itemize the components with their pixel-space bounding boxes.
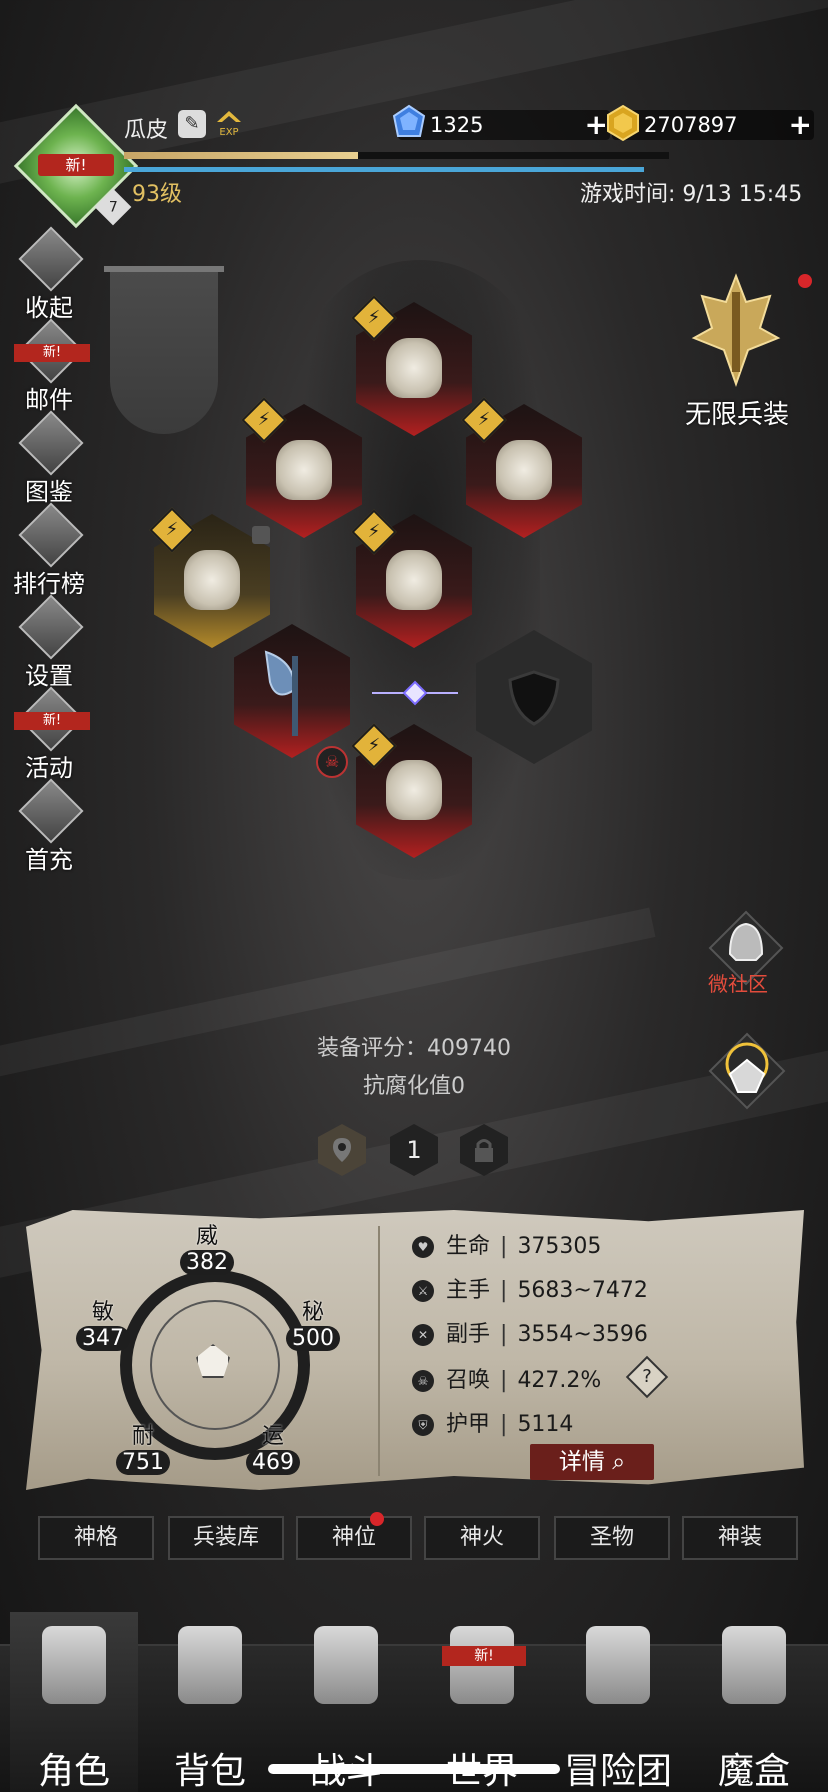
new-badge: 新! [14, 712, 90, 730]
tab-divinity[interactable]: 神格 [38, 1516, 154, 1560]
gem-currency: 1325 + [392, 104, 610, 140]
boots-icon [386, 760, 442, 820]
helmet-icon [42, 1626, 106, 1704]
castle-icon [586, 1626, 650, 1704]
magic-box-icon [722, 1626, 786, 1704]
side-menu-codex[interactable]: 图鉴 [8, 410, 90, 506]
attribute-wei: 威 382 [178, 1218, 236, 1275]
side-menu-ranking[interactable]: 排行榜 [8, 502, 90, 598]
side-menu-mail[interactable]: 新! 邮件 [8, 318, 90, 414]
ring-icon [496, 440, 552, 500]
nav-adventure-team[interactable]: 冒险团 [554, 1612, 682, 1792]
collapse-icon [18, 226, 84, 292]
home-indicator[interactable] [268, 1764, 560, 1774]
notification-dot [370, 1512, 384, 1526]
player-level: 93级 [132, 182, 182, 207]
dagger-icon: ✕ [412, 1324, 434, 1346]
gold-icon [607, 104, 639, 142]
details-button[interactable]: 详情 ⌕ [530, 1444, 654, 1480]
stat-row-summon: ☠ 召唤 | 427.2% [412, 1362, 792, 1402]
gold-amount: 2707897 [644, 113, 738, 137]
attribute-nai: 耐 751 [114, 1418, 172, 1475]
community-label: 微社区 [708, 972, 768, 996]
axe-icon [264, 650, 298, 736]
weapon-alert-icon: ☠ [316, 746, 348, 778]
mana-bar [124, 167, 644, 172]
gauntlet-icon [276, 440, 332, 500]
tab-relics[interactable]: 圣物 [554, 1516, 670, 1560]
notification-dot [798, 274, 812, 288]
exp-icon: EXP [214, 108, 244, 140]
sword-shield-icon [314, 1626, 378, 1704]
side-menu-settings[interactable]: 设置 [8, 594, 90, 690]
player-avatar[interactable]: 新! 7 [13, 103, 139, 229]
hat-icon [386, 338, 442, 398]
winged-sword-icon [691, 273, 781, 388]
armor-icon: ⛨ [412, 1414, 434, 1436]
attribute-min: 敏 347 [74, 1294, 132, 1351]
gear-icon [18, 594, 84, 660]
exp-bar [124, 152, 669, 159]
infinite-equipment-label: 无限兵装 [685, 400, 790, 430]
stat-row-life: ♥ 生命 | 375305 [412, 1228, 792, 1268]
tab-divine-fire[interactable]: 神火 [424, 1516, 540, 1560]
gem-amount: 1325 [430, 113, 484, 137]
nav-backpack[interactable]: 背包 [146, 1612, 274, 1792]
avatar-new-badge: 新! [38, 154, 114, 176]
heart-icon: ♥ [412, 1236, 434, 1258]
stat-row-off-hand: ✕ 副手 | 3554~3596 [412, 1316, 792, 1356]
exp-bar-fill [124, 152, 359, 159]
infinite-equipment-button[interactable] [690, 272, 782, 390]
username: 瓜皮 [124, 118, 169, 143]
gold-currency: 2707897 + [607, 104, 814, 142]
location-pin-icon [333, 1138, 351, 1162]
ranking-icon [18, 502, 84, 568]
tab-divine-rank[interactable]: 神位 [296, 1516, 412, 1560]
stat-row-main-hand: ⚔ 主手 | 5683~7472 [412, 1272, 792, 1312]
swap-weapon-icon[interactable] [370, 680, 460, 706]
robe-icon [386, 550, 442, 610]
guild-banner[interactable] [110, 272, 218, 434]
attribute-yun: 运 469 [244, 1418, 302, 1475]
backpack-icon [178, 1626, 242, 1704]
gem-icon [392, 104, 426, 137]
side-menu-events[interactable]: 新! 活动 [8, 686, 90, 782]
new-badge: 新! [442, 1646, 526, 1666]
skull-icon: ☠ [412, 1370, 434, 1392]
edit-name-icon[interactable]: ✎ [178, 110, 206, 138]
stat-row-armor: ⛨ 护甲 | 5114 [412, 1406, 792, 1446]
side-menu-first-charge[interactable]: 首充 [8, 778, 90, 874]
attribute-mi: 秘 500 [284, 1294, 342, 1351]
equipment-score: 装备评分：409740 [317, 1036, 511, 1061]
lock-icon [252, 526, 270, 544]
shield-icon [508, 670, 560, 726]
corruption-resistance: 抗腐化值0 [363, 1074, 465, 1099]
tab-divine-gear[interactable]: 神装 [682, 1516, 798, 1560]
first-charge-icon [18, 778, 84, 844]
nav-magic-box[interactable]: 魔盒 [690, 1612, 818, 1792]
tab-armory[interactable]: 兵装库 [168, 1516, 284, 1560]
game-time: 游戏时间: 9/13 15:45 [580, 182, 803, 207]
magnifier-icon: ⌕ [612, 1449, 626, 1475]
book-icon [18, 410, 84, 476]
add-gold-button[interactable]: + [789, 110, 812, 140]
lock-icon [475, 1139, 493, 1162]
sword-icon: ⚔ [412, 1280, 434, 1302]
side-menu-collapse[interactable]: 收起 [8, 226, 90, 322]
nav-character[interactable]: 角色 [10, 1612, 138, 1792]
stats-divider [378, 1226, 380, 1476]
pants-icon [184, 550, 240, 610]
new-badge: 新! [14, 344, 90, 362]
